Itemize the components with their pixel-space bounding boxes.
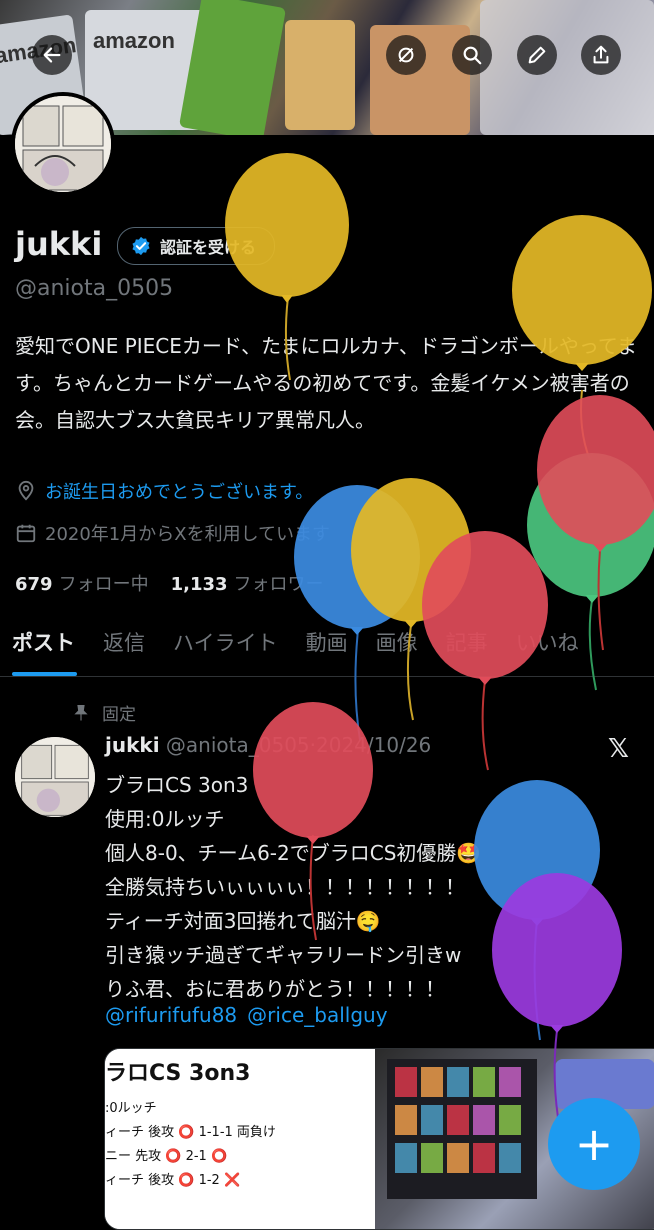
tab-videos[interactable]: 動画 [292,620,362,676]
follow-counts: 679 フォロー中 1,133 フォロワー [15,570,324,596]
profile-tabs: ポスト 返信 ハイライト 動画 画像 記事 いいね [0,620,654,677]
pinned-indicator: 固定 [72,700,136,725]
tab-likes[interactable]: いいね [502,620,593,676]
pinned-label: 固定 [102,705,136,725]
post-header: jukki @aniota_0505·2024/10/26 [105,733,431,757]
media-line: ィーチ 後攻 ⭕ 1-2 ❌ [105,1173,241,1188]
followers-label: フォロワー [233,574,324,595]
search-icon [463,46,482,65]
pin-icon [74,704,88,720]
media-line: ィーチ 後攻 ⭕ 1-1-1 両負け [105,1125,276,1140]
media-title: ラロCS 3on3 [105,1061,251,1086]
share-icon [593,45,609,64]
profile-handle: @aniota_0505 [15,276,174,301]
search-button[interactable] [452,35,492,75]
media-results-image: ラロCS 3on3 :0ルッチ ィーチ 後攻 ⭕ 1-1-1 両負け ニー 先攻… [105,1049,375,1229]
following-link[interactable]: 679 フォロー中 [15,570,149,596]
get-verified-label: 認証を受ける [160,238,257,257]
following-label: フォロー中 [58,574,149,595]
joined-row: 2020年1月からXを利用しています [15,520,330,546]
back-button[interactable] [32,35,72,75]
joined-text: 2020年1月からXを利用しています [45,524,331,545]
pencil-icon [528,46,546,64]
post-handle-date: @aniota_0505·2024/10/26 [165,733,432,757]
birthday-text[interactable]: お誕生日おめでとうございます。 [45,478,313,504]
post-text: ブラロCS 3on3 使用:0ルッチ 個人8-0、チーム6-2でブラロCS初優勝… [105,773,482,1001]
profile-bio: 愛知でONE PIECEカード、たまにロルカナ、ドラゴンボールやってます。ちゃん… [15,334,637,432]
followers-count: 1,133 [170,574,228,595]
tab-posts[interactable]: ポスト [0,620,89,676]
compose-button[interactable]: + [548,1098,640,1190]
followers-link[interactable]: 1,133 フォロワー [171,570,324,596]
verified-badge-icon [132,236,150,256]
birthday-row: お誕生日おめでとうございます。 [15,478,313,504]
plus-icon: + [574,1117,614,1171]
calendar-icon [16,524,36,543]
manga-avatar-image [15,737,95,817]
edit-button[interactable] [517,35,557,75]
manga-avatar-image [15,96,111,192]
x-logo-icon: 𝕏 [608,734,629,764]
share-button[interactable] [581,35,621,75]
card-sleeves [480,0,654,135]
tab-highlights[interactable]: ハイライト [159,620,292,676]
post-mentions: @rifurifufu88 @rice_ballguy [105,1003,388,1027]
location-pin-icon [18,480,34,501]
grok-icon [398,47,414,63]
mention-link[interactable]: @rifurifufu88 [105,1003,237,1027]
post-avatar[interactable] [15,737,95,817]
tab-articles[interactable]: 記事 [432,620,502,676]
trading-card [285,20,355,130]
gift-card-text: amazon [93,28,175,53]
back-arrow-icon [43,47,61,63]
display-name: jukki [15,225,103,263]
post-author[interactable]: jukki [105,733,160,757]
media-line: :0ルッチ [105,1101,157,1116]
mention-link[interactable]: @rice_ballguy [247,1003,387,1027]
following-count: 679 [15,574,53,595]
grok-button[interactable] [386,35,426,75]
tab-replies[interactable]: 返信 [89,620,159,676]
media-line: ニー 先攻 ⭕ 2-1 ⭕ [105,1149,228,1164]
tab-photos[interactable]: 画像 [362,620,432,676]
balloon [351,478,471,721]
profile-avatar[interactable] [11,92,115,196]
get-verified-button[interactable]: 認証を受ける [117,227,276,265]
